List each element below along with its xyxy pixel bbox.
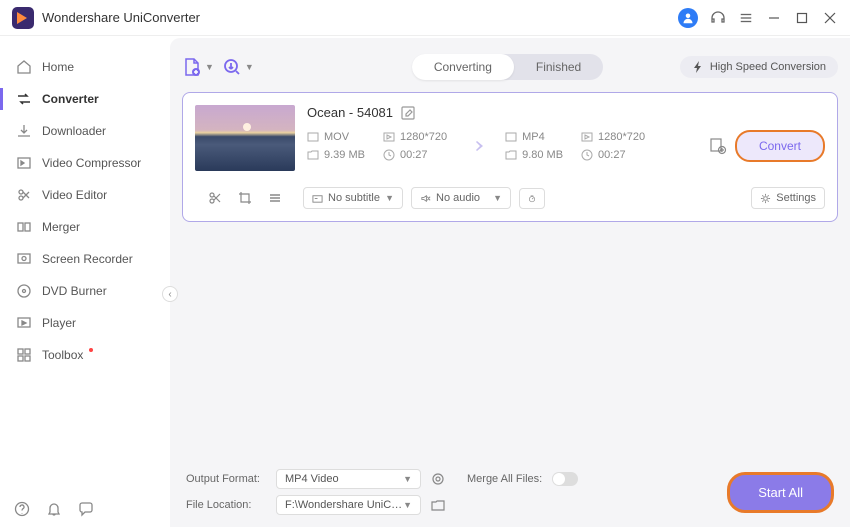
sidebar-item-label: DVD Burner: [42, 284, 107, 298]
sidebar-item-toolbox[interactable]: Toolbox: [0, 339, 170, 371]
video-thumbnail[interactable]: [195, 105, 295, 171]
tab-converting[interactable]: Converting: [412, 54, 514, 80]
sidebar-item-label: Screen Recorder: [42, 252, 133, 266]
output-settings-icon[interactable]: [709, 137, 727, 155]
audio-select[interactable]: No audio ▼: [411, 187, 511, 209]
tab-finished[interactable]: Finished: [514, 54, 603, 80]
settings-label: Settings: [776, 192, 816, 204]
open-folder-icon[interactable]: [431, 498, 445, 512]
src-dur: 00:27: [400, 149, 428, 161]
more-icon[interactable]: [268, 191, 282, 205]
src-res: 1280*720: [400, 131, 447, 143]
convert-button[interactable]: Convert: [735, 130, 825, 162]
sidebar-item-converter[interactable]: Converter: [0, 83, 170, 115]
bell-icon[interactable]: [46, 501, 62, 517]
sidebar-item-label: Converter: [42, 92, 99, 106]
dst-size: 9.80 MB: [522, 149, 563, 161]
app-logo-icon: [12, 7, 34, 29]
high-speed-toggle[interactable]: High Speed Conversion: [680, 56, 838, 78]
dst-format: MP4: [522, 131, 545, 143]
footer: Output Format: MP4 Video ▼ Merge All Fil…: [182, 463, 838, 519]
tab-toggle: Converting Finished: [412, 54, 603, 80]
add-url-button[interactable]: ▼: [222, 57, 254, 77]
output-settings-icon[interactable]: [431, 472, 445, 486]
sidebar-item-label: Home: [42, 60, 74, 74]
menu-icon[interactable]: [738, 10, 754, 26]
help-icon[interactable]: [14, 501, 30, 517]
chevron-down-icon: ▼: [205, 62, 214, 72]
sidebar-item-downloader[interactable]: Downloader: [0, 115, 170, 147]
dst-dur: 00:27: [598, 149, 626, 161]
close-icon[interactable]: [822, 10, 838, 26]
app-title: Wondershare UniConverter: [42, 10, 678, 25]
speed-button[interactable]: [519, 188, 545, 209]
maximize-icon[interactable]: [794, 10, 810, 26]
sidebar-item-label: Player: [42, 316, 76, 330]
add-file-button[interactable]: ▼: [182, 57, 214, 77]
sidebar: Home Converter Downloader Video Compress…: [0, 36, 170, 527]
edit-icon[interactable]: [401, 106, 415, 120]
lightning-icon: [692, 61, 704, 73]
headset-icon[interactable]: [710, 10, 726, 26]
sidebar-item-compressor[interactable]: Video Compressor: [0, 147, 170, 179]
src-size: 9.39 MB: [324, 149, 365, 161]
merge-files-toggle[interactable]: [552, 472, 578, 486]
src-format: MOV: [324, 131, 349, 143]
file-card: Ocean - 54081 MOV 9.39 MB 1280*720 00:27: [182, 92, 838, 222]
file-location-label: File Location:: [186, 499, 266, 511]
user-avatar[interactable]: [678, 8, 698, 28]
scissors-icon[interactable]: [208, 191, 222, 205]
sidebar-item-label: Merger: [42, 220, 80, 234]
sidebar-item-merger[interactable]: Merger: [0, 211, 170, 243]
file-location-value: F:\Wondershare UniConverter: [285, 499, 403, 511]
collapse-sidebar-button[interactable]: ‹: [162, 286, 178, 302]
settings-button[interactable]: Settings: [751, 187, 825, 209]
sidebar-item-label: Video Compressor: [42, 156, 141, 170]
chat-icon[interactable]: [78, 501, 94, 517]
arrow-right-icon: [465, 139, 487, 153]
audio-value: No audio: [436, 192, 480, 204]
sidebar-item-home[interactable]: Home: [0, 51, 170, 83]
file-title: Ocean - 54081: [307, 105, 393, 120]
chevron-down-icon: ▼: [245, 62, 254, 72]
high-speed-label: High Speed Conversion: [710, 61, 826, 73]
sidebar-item-dvd[interactable]: DVD Burner: [0, 275, 170, 307]
output-format-select[interactable]: MP4 Video ▼: [276, 469, 421, 489]
sidebar-item-player[interactable]: Player: [0, 307, 170, 339]
dot-badge-icon: [89, 348, 93, 352]
main-panel: ▼ ▼ Converting Finished High Speed Conve…: [170, 38, 850, 527]
sidebar-item-label: Video Editor: [42, 188, 107, 202]
merge-files-label: Merge All Files:: [467, 473, 542, 485]
minimize-icon[interactable]: [766, 10, 782, 26]
sidebar-item-recorder[interactable]: Screen Recorder: [0, 243, 170, 275]
start-all-button[interactable]: Start All: [727, 472, 834, 513]
dst-res: 1280*720: [598, 131, 645, 143]
output-format-value: MP4 Video: [285, 473, 339, 485]
file-location-select[interactable]: F:\Wondershare UniConverter ▼: [276, 495, 421, 515]
output-format-label: Output Format:: [186, 473, 266, 485]
subtitle-select[interactable]: No subtitle ▼: [303, 187, 403, 209]
sidebar-item-editor[interactable]: Video Editor: [0, 179, 170, 211]
sidebar-item-label: Toolbox: [42, 348, 83, 362]
sidebar-item-label: Downloader: [42, 124, 106, 138]
crop-icon[interactable]: [238, 191, 252, 205]
subtitle-value: No subtitle: [328, 192, 380, 204]
titlebar: Wondershare UniConverter: [0, 0, 850, 36]
